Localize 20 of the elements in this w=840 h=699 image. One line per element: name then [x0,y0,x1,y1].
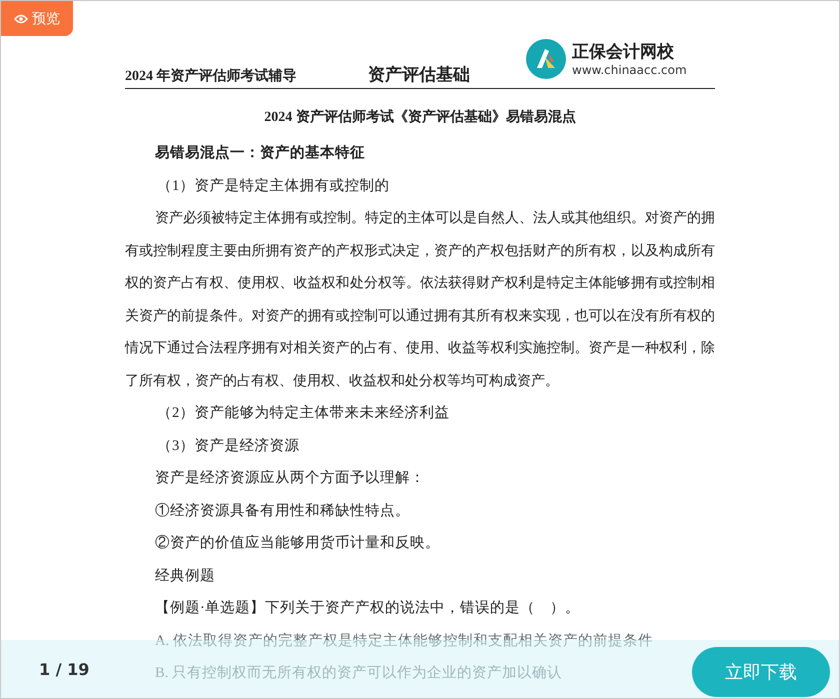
eye-icon [14,14,28,24]
body-line: 资产是经济资源应从两个方面予以理解： [154,468,426,488]
numbered-item: （1）资产是特定主体拥有或控制的 [156,176,390,196]
download-button[interactable]: 立即下载 [692,647,830,697]
badge-label: 预览 [32,10,60,28]
body-line: ①经济资源具备有用性和稀缺性特点。 [154,502,411,520]
logo-url: www.chinaacc.com [572,63,687,77]
section-heading: 易错易混点一：资产的基本特征 [154,144,366,163]
body-paragraph: 资产必须被特定主体拥有或控制。特定的主体可以是自然人、法人或其他组织。对资产的拥有或控制程度主要由所拥有资产的产权形式决定，资产的产权包括财产的所有权，以及构成所有权的资产占有权、使用权、收益权和处分权等。依法获得财产权利是特定主体能够拥有或控制相关资产的前提条件。对资产的拥有或控制可以通过拥有其所有权来实现，也可以在没有所有权的情况下通过合法程序拥有对相关资产的占有、使用、收益等权利实施控制。资产是一种权利，除了所有权，资产的占有权、使用权、收益权和处分权等均可构成资产。 [125,209,715,390]
document-title: 2024 资产评估师考试《资产评估基础》易错易混点 [263,108,577,127]
header-subtitle: 2024 年资产评估师考试辅导 [125,67,298,86]
numbered-item: （3）资产是经济资源 [156,436,300,456]
body-line: 经典例题 [154,566,216,586]
body-line: 【例题·单选题】下列关于资产产权的说法中，错误的是（ ）。 [154,599,581,618]
page-counter: 1 / 19 [39,660,90,678]
numbered-item: （2）资产能够为特定主体带来未来经济利益 [156,404,450,423]
logo-icon [526,39,566,79]
body-line: ②资产的价值应当能够用货币计量和反映。 [154,534,441,553]
logo-name: 正保会计网校 [572,41,675,63]
header-title: 资产评估基础 [368,64,471,86]
